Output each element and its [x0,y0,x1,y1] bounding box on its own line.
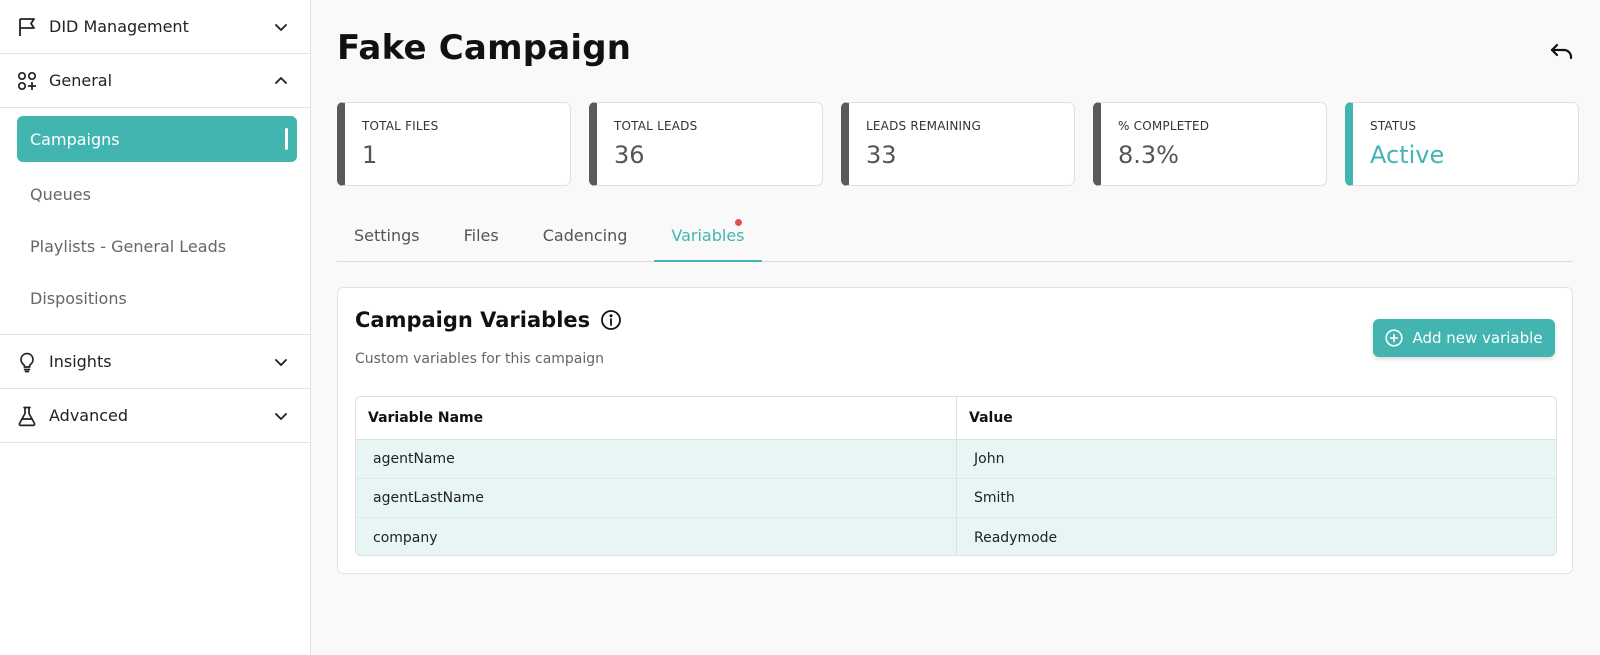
stat-card-leads-remaining: LEADS REMAINING 33 [841,102,1075,186]
sidebar-section-insights[interactable]: Insights [0,335,310,389]
stat-label: % COMPLETED [1118,119,1210,133]
stat-label: LEADS REMAINING [866,119,981,133]
active-indicator [285,128,288,150]
plus-circle-icon [1385,329,1404,347]
sidebar-item-campaigns[interactable]: Campaigns [17,116,297,162]
stat-label: STATUS [1370,119,1417,133]
variable-name-cell: company [373,529,438,546]
lightbulb-icon [16,351,38,373]
sidebar-item-dispositions[interactable]: Dispositions [0,272,310,324]
campaign-variables-card: Campaign Variables Custom variables for … [337,287,1573,574]
flag-icon [16,16,38,38]
stat-value: 33 [866,141,897,169]
variable-value-cell: John [956,440,1556,478]
sidebar-section-advanced[interactable]: Advanced [0,389,310,443]
card-title: Campaign Variables [355,308,622,332]
sidebar: DID Management General Campaigns Queues … [0,0,311,655]
shapes-icon [16,70,38,92]
undo-icon[interactable] [1549,40,1575,64]
stat-card-completed: % COMPLETED 8.3% [1093,102,1327,186]
sidebar-section-general[interactable]: General [0,54,310,108]
column-header-variable-name: Variable Name [368,410,484,426]
chevron-up-icon [272,72,290,90]
add-new-variable-button[interactable]: Add new variable [1373,319,1555,357]
stat-value: 36 [614,141,645,169]
table-row[interactable]: company Readymode [356,518,1556,555]
sidebar-section-label: Advanced [49,406,129,425]
chevron-down-icon [272,18,290,36]
sidebar-section-label: Insights [49,352,112,371]
variable-value-cell: Readymode [956,518,1556,555]
tab-settings[interactable]: Settings [337,214,437,262]
sidebar-item-label: Campaigns [30,129,120,149]
page-title: Fake Campaign [337,28,632,68]
variable-value-cell: Smith [956,479,1556,517]
sidebar-item-label: Playlists - General Leads [30,236,227,256]
sidebar-general-items: Campaigns Queues Playlists - General Lea… [0,108,310,335]
variables-table: Variable Name Value agentName John agent… [355,396,1557,556]
sidebar-item-queues[interactable]: Queues [0,168,310,220]
chevron-down-icon [272,353,290,371]
sidebar-item-label: Queues [30,184,91,204]
notification-dot [734,219,742,226]
flask-icon [16,405,38,427]
stat-card-total-leads: TOTAL LEADS 36 [589,102,823,186]
tab-variables[interactable]: Variables [654,214,762,262]
main-content: Fake Campaign TOTAL FILES 1 TOTAL LEADS … [311,0,1600,655]
sidebar-item-playlists[interactable]: Playlists - General Leads [0,220,310,272]
sidebar-item-label: Dispositions [30,288,127,308]
variable-name-cell: agentName [373,451,455,467]
sidebar-section-label: DID Management [49,17,189,36]
tab-cadencing[interactable]: Cadencing [526,214,645,262]
variable-name-cell: agentLastName [373,490,484,506]
status-badge: Active [1370,141,1445,169]
table-header: Variable Name Value [356,397,1556,440]
table-row[interactable]: agentLastName Smith [356,479,1556,518]
card-title-text: Campaign Variables [355,308,591,332]
card-subtitle: Custom variables for this campaign [355,351,605,367]
info-icon[interactable] [600,309,622,331]
chevron-down-icon [272,407,290,425]
stat-value: 1 [362,141,378,169]
stat-value: 8.3% [1118,141,1179,169]
stat-card-total-files: TOTAL FILES 1 [337,102,571,186]
tab-label: Variables [671,226,745,245]
column-header-value: Value [956,397,1556,439]
stat-card-status: STATUS Active [1345,102,1579,186]
stat-label: TOTAL FILES [362,119,439,133]
table-row[interactable]: agentName John [356,440,1556,479]
campaign-tabs: Settings Files Cadencing Variables [337,214,1573,262]
sidebar-section-did-management[interactable]: DID Management [0,0,310,54]
stat-label: TOTAL LEADS [614,119,698,133]
tab-files[interactable]: Files [447,214,516,262]
sidebar-section-label: General [49,71,113,90]
stats-row: TOTAL FILES 1 TOTAL LEADS 36 LEADS REMAI… [337,102,1579,186]
button-label: Add new variable [1412,329,1543,347]
